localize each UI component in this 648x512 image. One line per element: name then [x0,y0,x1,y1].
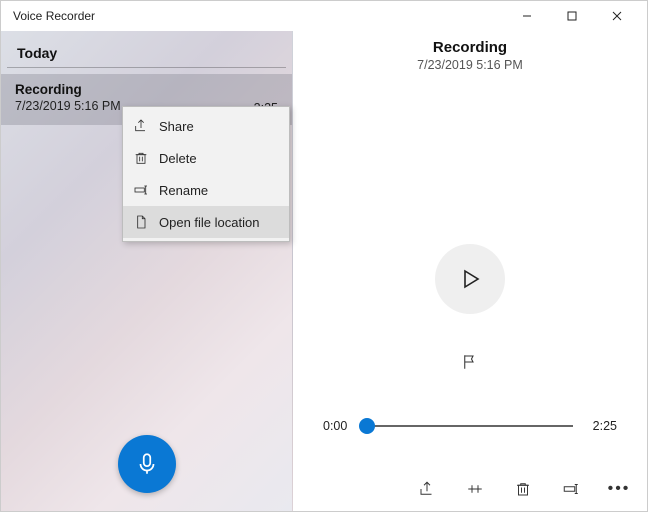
rename-icon [133,182,149,198]
section-header-today: Today [7,31,286,68]
context-menu-share-label: Share [159,119,194,134]
play-icon [458,267,482,291]
file-icon [133,214,149,230]
context-menu-rename-label: Rename [159,183,208,198]
play-button[interactable] [435,244,505,314]
maximize-button[interactable] [549,1,594,31]
trash-icon [514,480,532,498]
flag-icon [461,353,479,371]
share-button[interactable] [417,479,437,499]
share-icon [133,118,149,134]
recording-datetime: 7/23/2019 5:16 PM [417,58,523,72]
context-menu-share[interactable]: Share [123,110,289,142]
context-menu-delete[interactable]: Delete [123,142,289,174]
record-button[interactable] [118,435,176,493]
time-current: 0:00 [323,419,357,433]
context-menu-rename[interactable]: Rename [123,174,289,206]
microphone-icon [134,451,160,477]
recordings-list-pane: Today Recording 7/23/2019 5:16 PM 2:25 [1,31,293,511]
minimize-button[interactable] [504,1,549,31]
rename-icon [562,480,580,498]
recording-header: Recording 7/23/2019 5:16 PM [417,39,523,72]
time-total: 2:25 [583,419,617,433]
close-button[interactable] [594,1,639,31]
trim-icon [466,480,484,498]
context-menu-delete-label: Delete [159,151,197,166]
app-window: Voice Recorder Today Recording 7/23/2019… [0,0,648,512]
add-marker-button[interactable] [461,353,479,376]
context-menu-open-file-location-label: Open file location [159,215,259,230]
ellipsis-icon: ••• [608,481,631,497]
window-title: Voice Recorder [9,9,95,23]
seek-track[interactable] [367,425,573,427]
trim-button[interactable] [465,479,485,499]
recording-title: Recording [417,39,523,56]
title-bar: Voice Recorder [1,1,647,31]
playback-toolbar: ••• [417,479,629,499]
recording-item-title: Recording [15,82,278,97]
delete-button[interactable] [513,479,533,499]
more-button[interactable]: ••• [609,479,629,499]
seek-thumb[interactable] [359,418,375,434]
content-area: Today Recording 7/23/2019 5:16 PM 2:25 R… [1,31,647,511]
context-menu: Share Delete Rename Open file location [122,106,290,242]
timeline: 0:00 2:25 [323,419,617,433]
trash-icon [133,150,149,166]
share-icon [418,480,436,498]
rename-button[interactable] [561,479,581,499]
context-menu-open-file-location[interactable]: Open file location [123,206,289,238]
playback-pane: Recording 7/23/2019 5:16 PM 0:00 2:25 [293,31,647,511]
